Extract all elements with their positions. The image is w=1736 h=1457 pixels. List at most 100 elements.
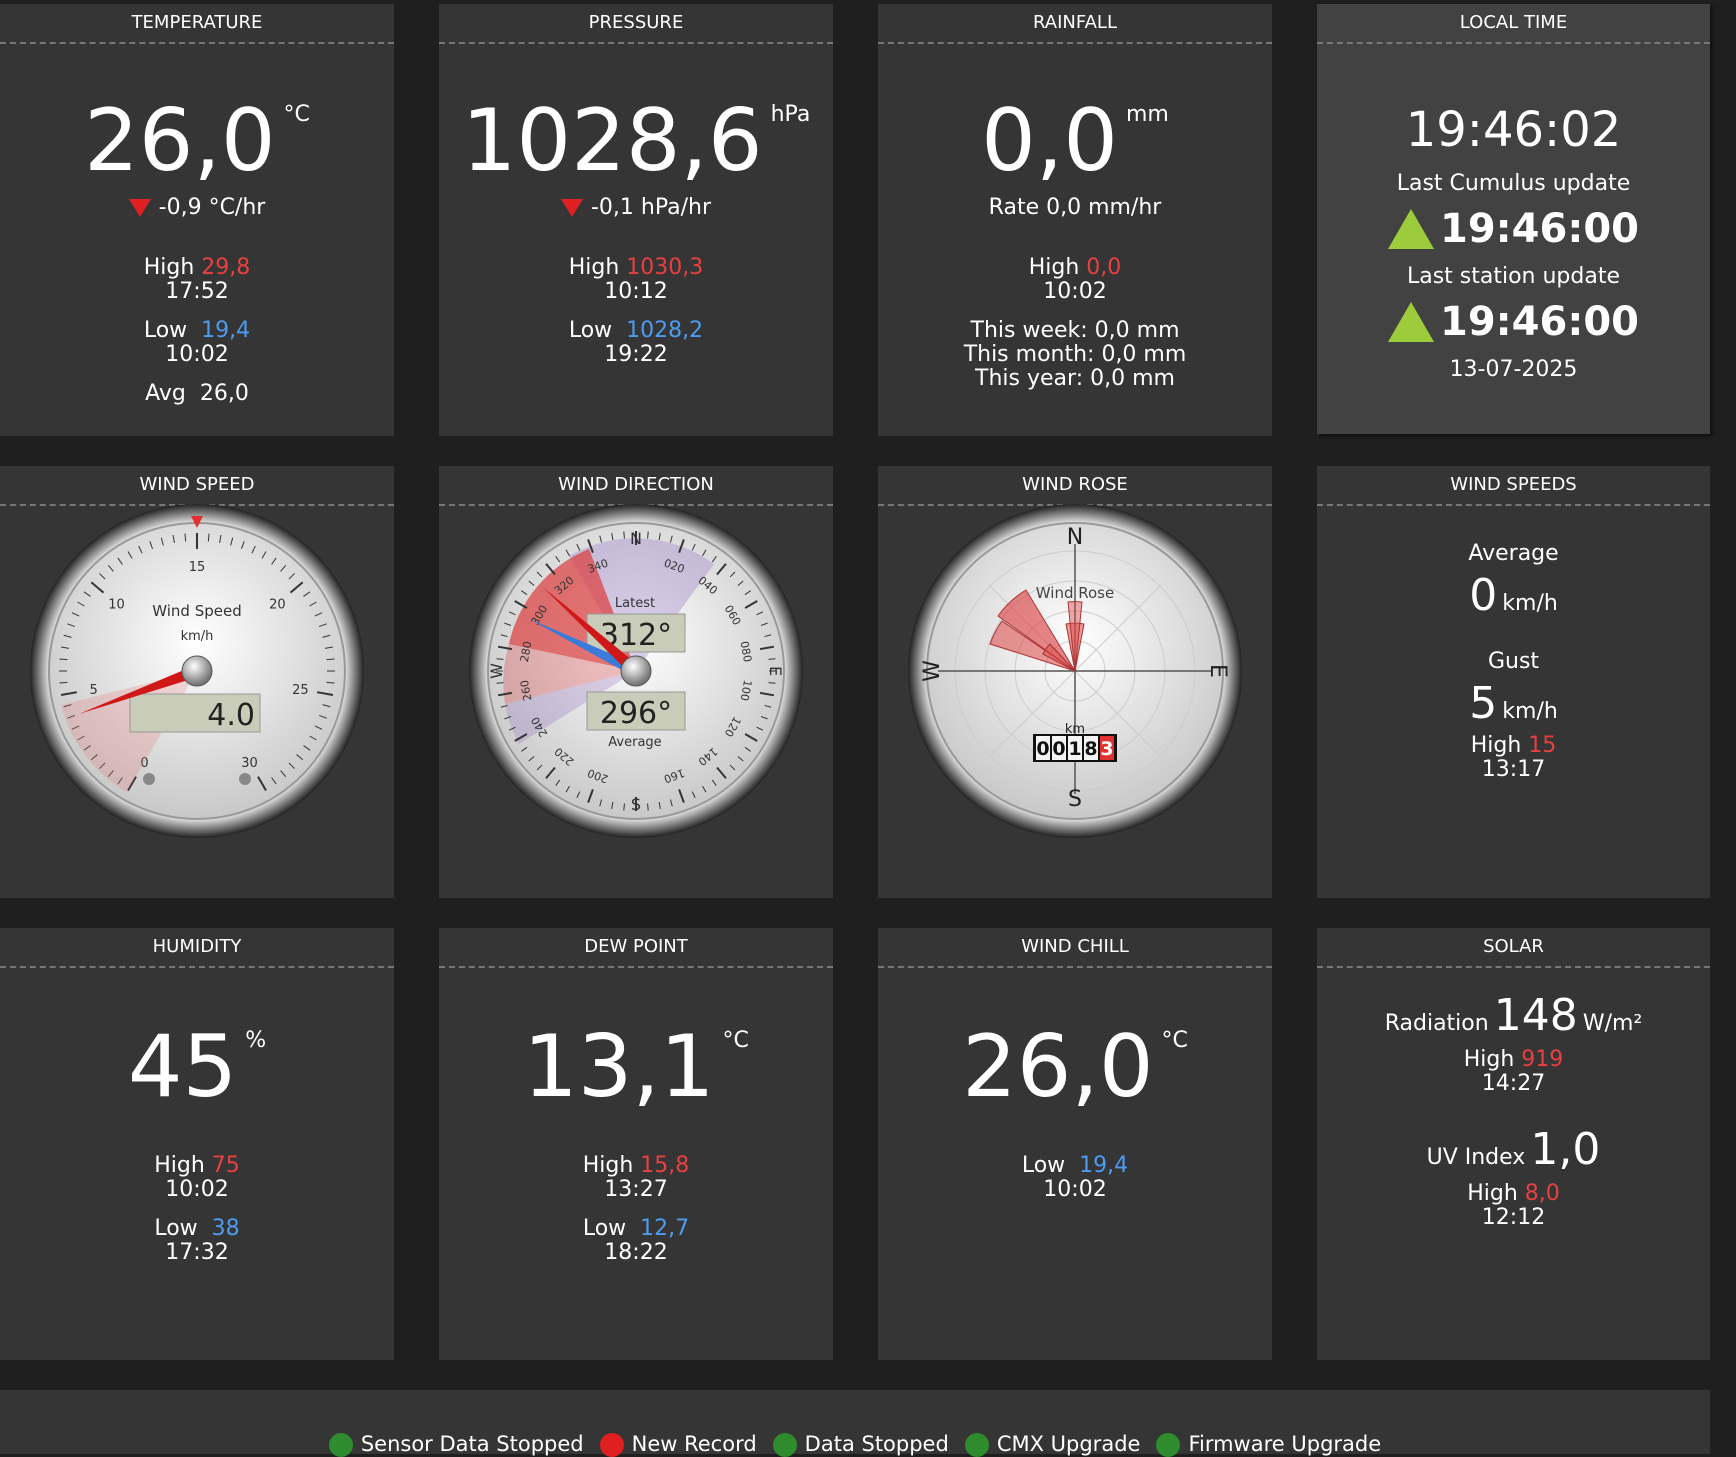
cardinal-w: W	[920, 660, 945, 682]
radiation-unit: W/m²	[1582, 1011, 1643, 1036]
dew-point-panel: DEW POINT 13,1 °C High 15,8 13:27 Low 12,…	[439, 928, 833, 1360]
wind-speed-lcd-value: 4.0	[207, 698, 255, 733]
panel-title: PRESSURE	[439, 4, 833, 44]
high-label: High	[1470, 733, 1522, 758]
wind-speed-gauge: 051015202530 Wind Speed km/h 4.0	[30, 504, 364, 838]
status-dot-icon	[772, 1433, 797, 1457]
cardinal-n: N	[1067, 525, 1083, 550]
odometer-digit: 1	[1068, 738, 1081, 760]
status-dot-icon	[1156, 1433, 1181, 1457]
gauge-tick	[207, 533, 210, 542]
humidity-unit: %	[245, 1028, 267, 1053]
compass-tick	[768, 682, 776, 684]
status-up-icon	[1388, 209, 1434, 249]
gust-high-time: 13:17	[1481, 757, 1546, 782]
wind-chill-unit: °C	[1161, 1028, 1188, 1053]
humidity-value: 45	[127, 1017, 238, 1117]
uv-label: UV Index	[1426, 1145, 1526, 1170]
gauge-screw	[239, 773, 251, 785]
wind-chill-low: 19,4	[1079, 1153, 1129, 1178]
gauge-tick-label: 15	[189, 560, 206, 575]
low-label: Low	[1021, 1153, 1066, 1178]
cardinal-s: S	[1068, 787, 1082, 812]
cardinal-s: S	[631, 795, 641, 814]
odometer-digit: 0	[1052, 738, 1065, 760]
cardinal-w: W	[487, 663, 506, 679]
rainfall-high-time: 10:02	[1043, 279, 1107, 304]
panel-title: HUMIDITY	[0, 928, 394, 968]
temperature-avg: 26,0	[199, 381, 249, 406]
pressure-unit: hPa	[770, 102, 811, 127]
gauge-tick	[59, 658, 68, 661]
wind-chill-panel: WIND CHILL 26,0 °C Low 19,4 10:02	[878, 928, 1272, 1360]
panel-title: LOCAL TIME	[1317, 4, 1710, 44]
odometer-digit: 3	[1100, 738, 1113, 760]
rainfall-rate: Rate 0,0 mm/hr	[988, 195, 1162, 220]
radiation-high-time: 14:27	[1481, 1071, 1546, 1096]
wind-chill-value: 26,0	[962, 1017, 1154, 1117]
compass-tick	[647, 531, 649, 539]
high-label: High	[568, 255, 620, 280]
legend-item: Firmware Upgrade	[1156, 1432, 1382, 1457]
temperature-low-time: 10:02	[165, 342, 229, 367]
pressure-low: 1028,2	[626, 318, 704, 343]
gust-speed: 5	[1469, 678, 1498, 729]
legend-item: Sensor Data Stopped	[328, 1432, 584, 1457]
panel-title: WIND SPEEDS	[1317, 466, 1710, 506]
high-label: High	[154, 1153, 205, 1178]
local-time-clock: 19:46:02	[1405, 102, 1622, 158]
high-label: High	[1028, 255, 1080, 280]
pressure-low-time: 19:22	[604, 342, 668, 367]
humidity-low: 38	[211, 1216, 240, 1241]
high-label: High	[582, 1153, 634, 1178]
legend-label: Data Stopped	[804, 1432, 949, 1456]
panel-title: WIND DIRECTION	[439, 466, 833, 506]
wind-rose-gauge: Wind Rose N S E W km 00183	[908, 504, 1242, 838]
gauge-title: Wind Speed	[152, 602, 242, 620]
uv-value: 1,0	[1530, 1124, 1601, 1175]
avg-label: Avg	[145, 381, 186, 406]
needle-hub	[620, 655, 652, 687]
compass-tick	[623, 803, 625, 811]
wind-speed-panel: WIND SPEED 0 5 10 15 20 25 30 Wind Speed km/h …	[0, 466, 394, 898]
status-dot-icon	[964, 1433, 989, 1457]
humidity-panel: HUMIDITY 45% High 75 10:02 Low 38 17:32	[0, 928, 394, 1360]
temperature-unit: °C	[283, 102, 310, 127]
temperature-high: 29,8	[201, 255, 251, 280]
low-label: Low	[568, 318, 613, 343]
humidity-high-time: 10:02	[165, 1177, 229, 1202]
temperature-value: 26,0	[84, 91, 276, 191]
station-update-time: 19:46:00	[1440, 299, 1639, 345]
station-update-label: Last station update	[1406, 264, 1621, 289]
status-dot-icon	[599, 1433, 624, 1457]
local-time-panel: LOCAL TIME 19:46:02 Last Cumulus update …	[1317, 4, 1710, 434]
gauge-unit: km/h	[181, 629, 214, 644]
gauge-screw	[143, 773, 155, 785]
average-label: Average	[608, 735, 661, 750]
trend-down-icon	[560, 199, 583, 217]
odometer-digit: 8	[1084, 738, 1097, 760]
low-label: Low	[154, 1216, 198, 1241]
dew-point-low: 12,7	[640, 1216, 690, 1241]
compass-tick	[623, 531, 625, 539]
wind-rose-panel: WIND ROSE Wind Rose N S E W km 00183	[878, 466, 1272, 898]
average-unit: km/h	[1502, 591, 1558, 616]
average-speed: 0	[1469, 570, 1498, 621]
rainfall-value: 0,0	[981, 91, 1118, 191]
compass-tick	[647, 803, 649, 811]
status-up-icon	[1388, 302, 1434, 342]
temperature-trend: -0,9 °C/hr	[158, 195, 266, 220]
compass-tick	[496, 658, 504, 660]
legend-label: Firmware Upgrade	[1188, 1432, 1382, 1456]
legend-label: Sensor Data Stopped	[360, 1432, 584, 1456]
rainfall-week: This week: 0,0 mm	[970, 318, 1180, 343]
panel-title: TEMPERATURE	[0, 4, 394, 44]
pressure-panel: PRESSURE 1028,6 hPa -0,1 hPa/hr High 1030…	[439, 4, 833, 436]
gauge-tick-label: 5	[89, 683, 97, 698]
gust-label: Gust	[1487, 649, 1540, 674]
odometer: 00183	[1033, 734, 1117, 762]
rainfall-high: 0,0	[1086, 255, 1122, 280]
wind-chill-low-time: 10:02	[1043, 1177, 1107, 1202]
low-label: Low	[582, 1216, 627, 1241]
pressure-high: 1030,3	[626, 255, 704, 280]
